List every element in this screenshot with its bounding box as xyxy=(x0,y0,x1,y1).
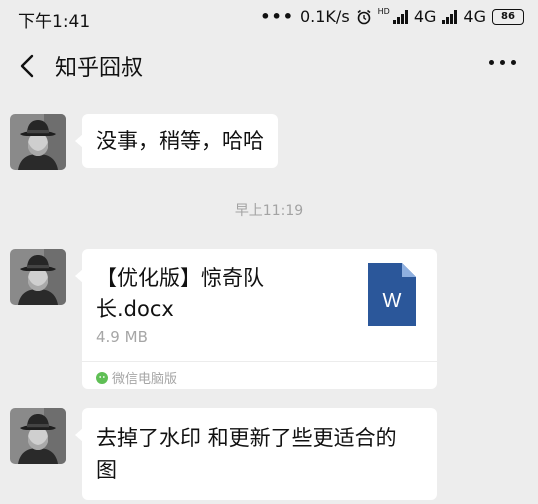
file-message-card[interactable]: 【优化版】惊奇队 长.docx 4.9 MB W 微信电脑版 xyxy=(75,249,437,389)
file-source: 微信电脑版 xyxy=(96,368,177,387)
word-document-icon: W xyxy=(368,263,416,326)
file-name-line1: 【优化版】惊奇队 xyxy=(96,266,264,290)
more-dots-icon[interactable] xyxy=(489,60,516,65)
avatar[interactable] xyxy=(10,408,66,464)
message-bubble[interactable]: 去掉了水印 和更新了些更适合的 图 xyxy=(75,408,437,500)
alarm-icon xyxy=(357,9,371,24)
page-title: 知乎囧叔 xyxy=(55,56,144,81)
timestamp: 早上11:19 xyxy=(234,203,304,219)
net-speed: 0.1K/s xyxy=(299,7,350,26)
message-text: 没事，稍等，哈哈 xyxy=(96,129,264,153)
chevron-left-icon[interactable] xyxy=(14,52,42,80)
avatar[interactable] xyxy=(10,249,66,305)
avatar-image xyxy=(10,249,66,305)
battery-icon: 86 xyxy=(492,8,524,25)
signal-icon xyxy=(392,9,408,24)
avatar[interactable] xyxy=(10,114,66,170)
network-type-1: 4G xyxy=(413,7,437,26)
file-size: 4.9 MB xyxy=(96,328,148,346)
wechat-icon xyxy=(96,371,108,384)
message-bubble[interactable]: 没事，稍等，哈哈 xyxy=(75,114,278,168)
file-name-line2: 长.docx xyxy=(96,297,174,321)
hd-label: HD xyxy=(377,6,390,16)
status-indicators: ••• 0.1K/s HD 4G 4G 86 xyxy=(260,7,524,26)
message-text-line1: 去掉了水印 和更新了些更适合的 xyxy=(96,426,397,450)
network-type-2: 4G xyxy=(463,7,486,26)
divider xyxy=(82,361,437,362)
word-letter: W xyxy=(383,290,402,312)
status-time: 下午1:41 xyxy=(18,12,91,32)
chat-header: 知乎囧叔 xyxy=(0,34,538,98)
file-name: 【优化版】惊奇队 长.docx xyxy=(96,263,356,325)
file-source-label: 微信电脑版 xyxy=(112,372,178,387)
notification-dots: ••• xyxy=(260,7,294,26)
signal-icon-2 xyxy=(442,9,458,24)
avatar-image xyxy=(10,114,66,170)
status-bar: 下午1:41 ••• 0.1K/s HD 4G 4G 86 xyxy=(0,0,538,34)
message-text-line2: 图 xyxy=(96,458,117,482)
avatar-image xyxy=(10,408,66,464)
